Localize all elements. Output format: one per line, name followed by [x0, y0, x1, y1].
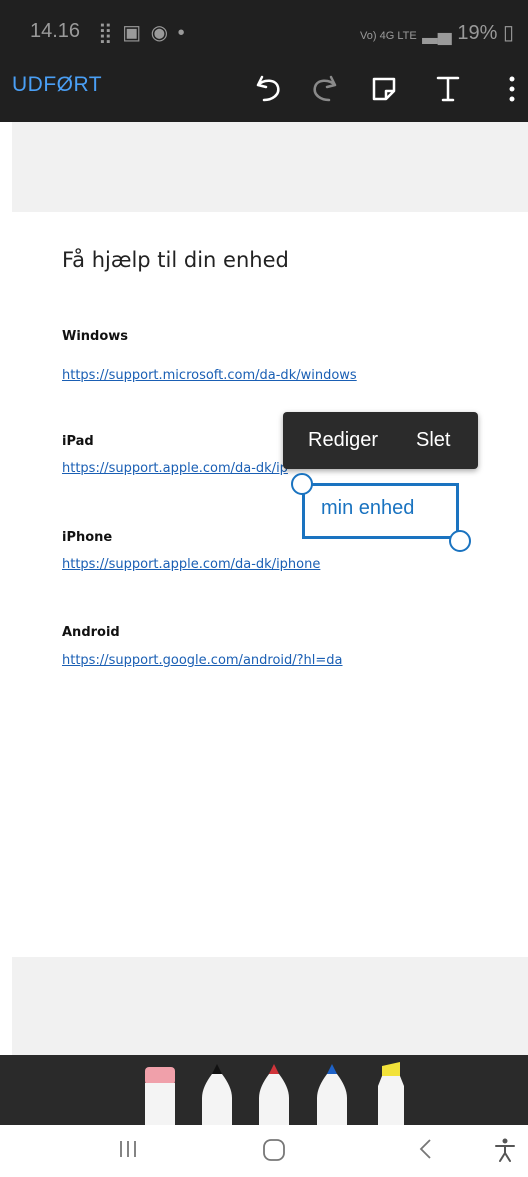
home-icon[interactable] — [262, 1138, 286, 1167]
network-indicator: Vo) 4G LTE — [360, 30, 417, 42]
more-vertical-icon[interactable] — [492, 69, 528, 109]
document-page — [12, 212, 528, 957]
page-margin-bottom — [12, 957, 528, 1055]
annotation-toolbar: UDFØRT — [0, 60, 528, 122]
delete-menu-item[interactable]: Slet — [416, 429, 450, 452]
sticky-note-icon[interactable] — [364, 69, 404, 109]
done-button[interactable]: UDFØRT — [12, 73, 102, 97]
red-pen-tool[interactable] — [257, 1062, 291, 1125]
page-margin-top — [12, 122, 528, 212]
link-ipad[interactable]: https://support.apple.com/da-dk/ip — [62, 461, 288, 476]
redo-icon[interactable] — [303, 69, 343, 109]
annotation-text[interactable]: min enhed — [321, 497, 414, 520]
section-heading-windows: Windows — [62, 329, 129, 344]
section-heading-iphone: iPhone — [62, 530, 113, 545]
undo-icon[interactable] — [250, 69, 290, 109]
recent-apps-icon[interactable] — [116, 1137, 140, 1166]
battery-level: 19% — [457, 22, 498, 44]
system-nav-bar — [12, 1125, 528, 1177]
section-heading-ipad: iPad — [62, 434, 94, 449]
link-android[interactable]: https://support.google.com/android/?hl=d… — [62, 653, 343, 668]
pen-tray — [0, 1055, 528, 1125]
status-time: 14.16 — [30, 20, 81, 42]
text-annotation-box[interactable]: min enhed — [302, 483, 459, 539]
black-pen-tool[interactable] — [200, 1062, 234, 1125]
highlighter-tool[interactable] — [374, 1062, 408, 1125]
notification-icons: ⣿ ▣ ◉ • — [98, 22, 187, 44]
back-icon[interactable] — [414, 1137, 438, 1166]
section-heading-android: Android — [62, 625, 120, 640]
resize-handle-top-left[interactable] — [291, 473, 313, 495]
text-icon[interactable] — [428, 69, 468, 109]
status-bar: 14.16 ⣿ ▣ ◉ • Vo) 4G LTE ▂▄ 19% ▯ — [0, 0, 528, 60]
link-windows[interactable]: https://support.microsoft.com/da-dk/wind… — [62, 368, 357, 383]
eraser-tool[interactable] — [144, 1067, 176, 1125]
annotation-context-menu: Rediger Slet — [283, 412, 478, 469]
link-iphone[interactable]: https://support.apple.com/da-dk/iphone — [62, 557, 320, 572]
accessibility-icon[interactable] — [492, 1137, 518, 1168]
status-right: Vo) 4G LTE ▂▄ 19% ▯ — [360, 20, 514, 45]
signal-icon: ▂▄ — [422, 22, 452, 44]
resize-handle-bottom-right[interactable] — [449, 530, 471, 552]
document-title: Få hjælp til din enhed — [62, 248, 289, 272]
blue-pen-tool[interactable] — [315, 1062, 349, 1125]
battery-icon: ▯ — [502, 22, 514, 44]
edit-menu-item[interactable]: Rediger — [308, 429, 378, 452]
